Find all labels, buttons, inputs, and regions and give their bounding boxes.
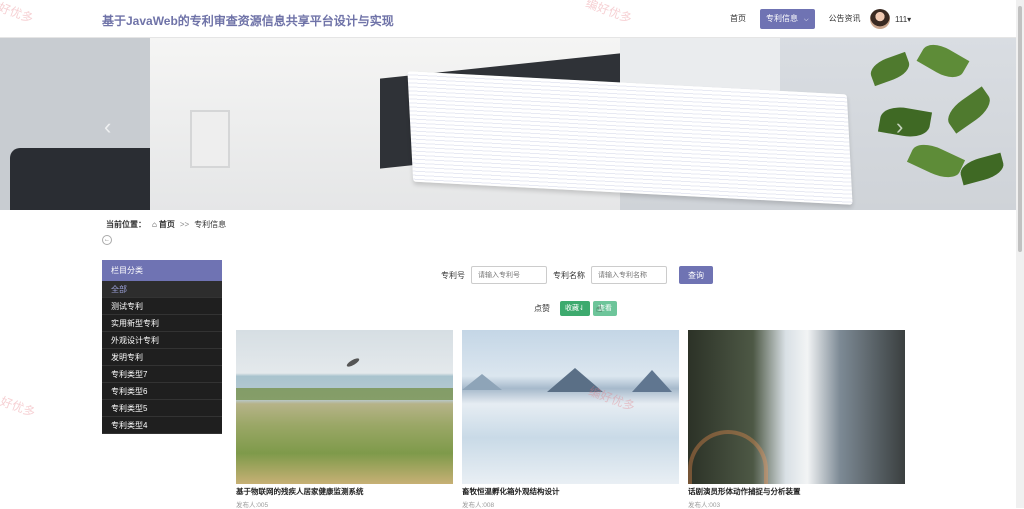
main-nav: 首页 专利信息 ⌵ 公告资讯 <box>726 9 865 29</box>
patent-no-input[interactable] <box>471 266 547 284</box>
sidebar-item-type5[interactable]: 专利类型5 <box>102 400 222 417</box>
nav-patent-info[interactable]: 专利信息 ⌵ <box>760 9 815 29</box>
banner-carousel[interactable]: ‹ › <box>0 38 1016 210</box>
patent-name-label: 专利名称 <box>553 270 585 280</box>
user-name[interactable]: 111▾ <box>895 15 911 24</box>
banner-printer-panel <box>190 110 230 168</box>
chevron-right-icon[interactable]: › <box>896 114 903 140</box>
sort-like-label[interactable]: 点赞 <box>534 303 550 314</box>
patent-no-label: 专利号 <box>441 270 465 280</box>
patent-card-title[interactable]: 话剧演员形体动作捕捉与分析装置 <box>688 486 905 497</box>
sidebar-item-type7[interactable]: 专利类型7 <box>102 366 222 383</box>
search-button[interactable]: 查询 <box>679 266 713 284</box>
patent-card-image[interactable] <box>462 330 679 484</box>
sidebar-item-design[interactable]: 外观设计专利 <box>102 332 222 349</box>
sidebar-item-type6[interactable]: 专利类型6 <box>102 383 222 400</box>
banner-paper-stack <box>407 71 853 205</box>
category-sidebar: 栏目分类 全部 测试专利 实用新型专利 外观设计专利 发明专利 专利类型7 专利… <box>102 260 222 434</box>
watermark: 好优多 <box>0 394 38 420</box>
patent-name-input[interactable] <box>591 266 667 284</box>
sort-bar: 点赞 收藏⇃ 查看 <box>534 301 620 316</box>
chevron-down-icon: ⌵ <box>804 17 809 23</box>
home-icon: ⌂ <box>152 220 157 229</box>
scrollbar-thumb[interactable] <box>1018 6 1022 252</box>
sidebar-item-type4[interactable]: 专利类型4 <box>102 417 222 434</box>
sidebar-item-all[interactable]: 全部 <box>102 281 222 298</box>
site-title[interactable]: 基于JavaWeb的专利审查资源信息共享平台设计与实现 <box>102 12 394 29</box>
breadcrumb-separator: >> <box>179 220 190 229</box>
breadcrumb-prefix: 当前位置： <box>106 220 146 229</box>
sidebar-item-utility[interactable]: 实用新型专利 <box>102 315 222 332</box>
breadcrumb-current: 专利信息 <box>194 220 227 229</box>
nav-announcements[interactable]: 公告资讯 <box>825 9 865 29</box>
patent-card-title[interactable]: 畜牧恒温孵化箱外观结构设计 <box>462 486 679 497</box>
sidebar-title: 栏目分类 <box>102 260 222 281</box>
patent-card-list: 基于物联网的残疾人居家健康监测系统 发布人:005 畜牧恒温孵化箱外观结构设计 … <box>236 330 914 509</box>
nav-home[interactable]: 首页 <box>726 9 750 29</box>
patent-card[interactable]: 基于物联网的残疾人居家健康监测系统 发布人:005 <box>236 330 453 509</box>
patent-card[interactable]: 畜牧恒温孵化箱外观结构设计 发布人:008 <box>462 330 679 509</box>
avatar[interactable] <box>870 9 890 29</box>
user-menu[interactable]: 111▾ <box>870 9 911 29</box>
banner-bin <box>10 148 160 210</box>
breadcrumb-home[interactable]: 首页 <box>159 219 175 230</box>
patent-card-image[interactable] <box>688 330 905 484</box>
breadcrumb: 当前位置： ⌂ 首页 >> 专利信息 <box>106 219 226 230</box>
patent-card-title[interactable]: 基于物联网的残疾人居家健康监测系统 <box>236 486 453 497</box>
nav-patent-info-label: 专利信息 <box>766 14 798 23</box>
chevron-left-icon[interactable]: ‹ <box>104 114 111 140</box>
patent-card-image[interactable] <box>236 330 453 484</box>
sidebar-item-invention[interactable]: 发明专利 <box>102 349 222 366</box>
sort-favorite-button[interactable]: 收藏⇃ <box>560 301 590 316</box>
back-arrow-icon[interactable]: ← <box>102 235 112 245</box>
search-bar: 专利号 专利名称 查询 <box>441 266 713 284</box>
mouse-pointer-icon: ☝ <box>596 304 603 315</box>
patent-card[interactable]: 话剧演员形体动作捕捉与分析装置 发布人:003 <box>688 330 905 509</box>
banner-plant <box>850 38 1016 210</box>
sidebar-item-test[interactable]: 测试专利 <box>102 298 222 315</box>
top-header: 基于JavaWeb的专利审查资源信息共享平台设计与实现 首页 专利信息 ⌵ 公告资… <box>0 0 1016 38</box>
